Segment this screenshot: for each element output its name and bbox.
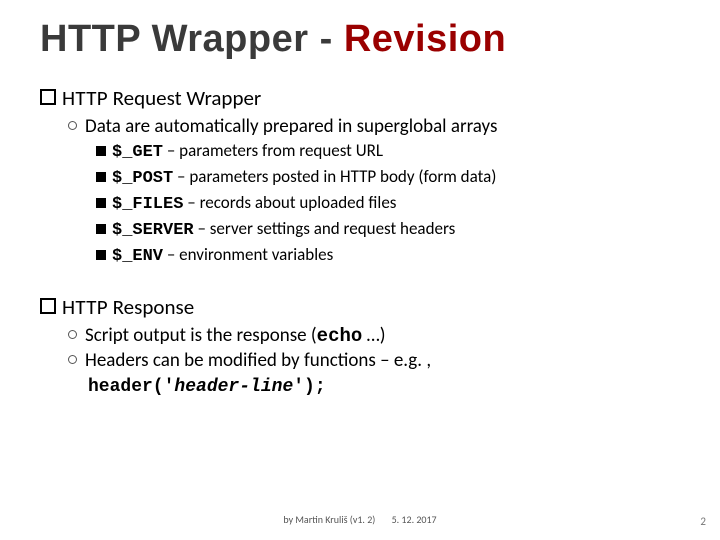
desc-env: – environment variables xyxy=(163,244,333,265)
footer-author: by Martin Kruliš (v1. 2) xyxy=(283,513,375,526)
section1-sub-text: Data are automatically prepared in super… xyxy=(85,115,497,138)
filled-square-icon xyxy=(96,198,106,208)
list-item: $_FILES – records about uploaded files xyxy=(96,192,692,217)
var-server: $_SERVER xyxy=(112,221,194,240)
filled-square-icon xyxy=(96,224,106,234)
section-http-request: HTTP Request Wrapper xyxy=(40,85,692,111)
section2-prefix: HTTP xyxy=(62,294,108,320)
section1-sub: Data are automatically prepared in super… xyxy=(68,115,692,138)
desc-files: – records about uploaded files xyxy=(183,192,396,213)
list-item: $_ENV – environment variables xyxy=(96,244,692,269)
header-close: '); xyxy=(293,377,325,397)
var-env: $_ENV xyxy=(112,247,163,266)
title-text-plain: HTTP Wrapper xyxy=(40,18,320,60)
section1-prefix: HTTP xyxy=(62,85,108,111)
section1-rest: Request Wrapper xyxy=(108,85,261,111)
ring-bullet-icon xyxy=(68,330,77,339)
square-bullet-icon xyxy=(40,298,56,314)
header-func: header(' xyxy=(88,377,174,397)
header-line-code: header('header-line'); xyxy=(88,374,692,397)
filled-square-icon xyxy=(96,250,106,260)
footer-date: 5. 12. 2017 xyxy=(392,513,437,526)
var-get: $_GET xyxy=(112,143,163,162)
page-number: 2 xyxy=(700,515,706,528)
var-files: $_FILES xyxy=(112,195,183,214)
desc-post: – parameters posted in HTTP body (form d… xyxy=(173,166,496,187)
desc-get: – parameters from request URL xyxy=(163,140,383,161)
ring-bullet-icon xyxy=(68,121,77,130)
section-http-response: HTTP Response xyxy=(40,294,692,320)
square-bullet-icon xyxy=(40,89,56,105)
footer: by Martin Kruliš (v1. 2) 5. 12. 2017 xyxy=(0,513,720,526)
list-item: $_GET – parameters from request URL xyxy=(96,140,692,165)
var-post: $_POST xyxy=(112,169,173,188)
s2s1-code: echo xyxy=(317,325,363,347)
spacer xyxy=(40,270,692,288)
list-item: $_SERVER – server settings and request h… xyxy=(96,218,692,243)
filled-square-icon xyxy=(96,172,106,182)
section2-sub1: Script output is the response (echo …) xyxy=(68,324,692,347)
section2-sub2: Headers can be modified by functions – e… xyxy=(68,349,692,372)
s2s1-post: …) xyxy=(362,324,385,347)
slide-title: HTTP Wrapper - Revision xyxy=(40,18,692,61)
s2s1-pre: Script output is the response ( xyxy=(85,324,317,347)
title-accent: Revision xyxy=(344,18,506,60)
desc-server: – server settings and request headers xyxy=(194,218,456,239)
ring-bullet-icon xyxy=(68,355,77,364)
filled-square-icon xyxy=(96,146,106,156)
list-item: $_POST – parameters posted in HTTP body … xyxy=(96,166,692,191)
s2s2-pre: Headers can be modified by functions – e… xyxy=(85,349,431,372)
slide: HTTP Wrapper - Revision HTTP Request Wra… xyxy=(0,0,720,540)
section2-rest: Response xyxy=(108,294,194,320)
header-arg: header-line xyxy=(174,377,293,397)
title-dash: - xyxy=(320,18,344,60)
